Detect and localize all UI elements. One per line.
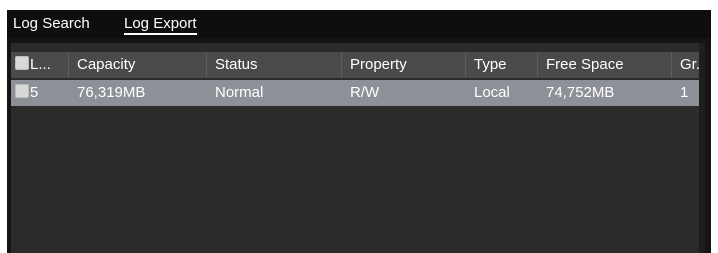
hdd-table: L... Capacity Status Property Type Free … xyxy=(11,43,705,253)
column-header-status[interactable]: Status xyxy=(207,52,342,78)
row-capacity: 76,319MB xyxy=(77,84,146,101)
vertical-scrollbar[interactable] xyxy=(699,43,705,253)
row-free-space: 74,752MB xyxy=(546,84,615,101)
tab-bar: Log Search Log Export xyxy=(7,10,711,38)
row-label-cell: 5 xyxy=(11,80,69,106)
row-group: 1 xyxy=(680,84,689,101)
column-header-property[interactable]: Property xyxy=(342,52,466,78)
row-type: Local xyxy=(474,84,510,101)
column-header-free-space[interactable]: Free Space xyxy=(538,52,672,78)
row-checkbox[interactable] xyxy=(15,84,29,99)
select-all-checkbox[interactable] xyxy=(15,56,29,71)
row-status: Normal xyxy=(215,84,264,101)
tab-log-export[interactable]: Log Export xyxy=(124,15,197,35)
log-window: Log Search Log Export L... Capacity Stat… xyxy=(7,10,711,253)
column-header-group[interactable]: Gr... xyxy=(672,52,699,78)
row-label: 5 xyxy=(30,84,39,101)
column-header-capacity[interactable]: Capacity xyxy=(69,52,207,78)
column-header-type[interactable]: Type xyxy=(466,52,538,78)
column-header-label-text: L... xyxy=(30,56,51,73)
row-property: R/W xyxy=(350,84,380,101)
tab-log-search[interactable]: Log Search xyxy=(13,15,90,32)
table-row[interactable]: 5 76,319MB Normal R/W Local 74,752MB 1 xyxy=(11,80,699,106)
column-header-label[interactable]: L... xyxy=(11,52,69,78)
table-header-row: L... Capacity Status Property Type Free … xyxy=(11,52,699,78)
